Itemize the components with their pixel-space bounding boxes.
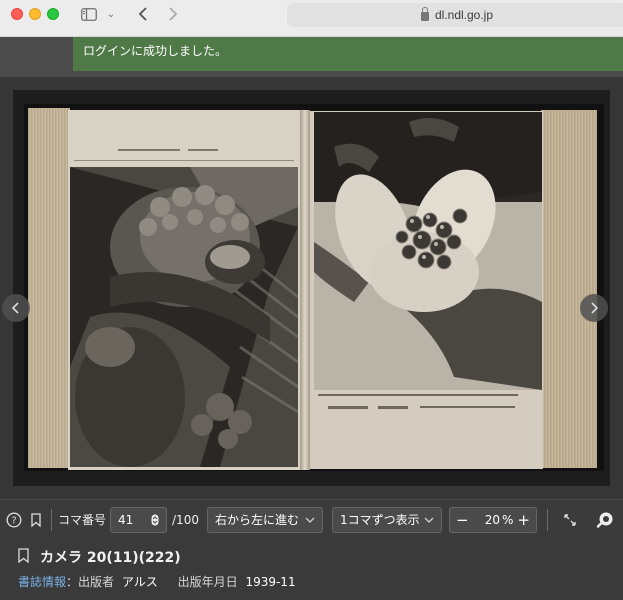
zoom-unit: % bbox=[501, 512, 514, 527]
forward-icon[interactable] bbox=[164, 4, 182, 24]
bibliographic-info-link[interactable]: 書誌情報 bbox=[18, 575, 66, 589]
right-page-caption-3 bbox=[378, 406, 408, 409]
info-separator: ： bbox=[66, 575, 79, 589]
bookmark-icon[interactable] bbox=[18, 548, 29, 563]
right-page-caption-1 bbox=[318, 394, 518, 396]
right-page-caption-2 bbox=[328, 406, 368, 409]
book-title: カメラ 20(11)(222) bbox=[40, 550, 181, 566]
chevron-down-icon bbox=[305, 517, 315, 523]
frame-number-label: コマ番号 bbox=[58, 513, 107, 527]
publisher-value: アルス bbox=[121, 575, 158, 589]
left-page-heading bbox=[118, 149, 180, 151]
close-window-button[interactable] bbox=[11, 8, 23, 20]
lock-icon bbox=[420, 6, 429, 21]
fullscreen-icon[interactable] bbox=[562, 512, 578, 528]
minimize-window-button[interactable] bbox=[29, 8, 41, 20]
photo-lion-statue bbox=[70, 167, 298, 467]
left-page-caption bbox=[74, 160, 294, 161]
display-mode-select[interactable]: 1コマずつ表示 bbox=[331, 506, 442, 533]
display-mode-value: 1コマずつ表示 bbox=[339, 513, 420, 527]
frame-number-input[interactable]: 41 bbox=[110, 506, 168, 533]
zoom-in-button[interactable]: + bbox=[517, 511, 530, 529]
direction-value: 右から左に進む bbox=[214, 513, 299, 527]
browser-chrome: ⌄ dl.ndl.go.jp bbox=[0, 0, 623, 37]
photo-hands-marbles bbox=[314, 112, 542, 390]
book-metadata: カメラ 20(11)(222) 書誌情報：出版者 アルス 出版年月日 1939-… bbox=[0, 539, 623, 600]
zoom-window-button[interactable] bbox=[47, 8, 59, 20]
toolbar-divider bbox=[546, 508, 548, 531]
publish-date-value: 1939-11 bbox=[245, 575, 296, 589]
stepper-icon[interactable] bbox=[151, 514, 159, 526]
zoom-control: − 20 % + bbox=[448, 506, 537, 533]
page-edge-right bbox=[541, 110, 597, 468]
viewer-toolbar: ? コマ番号 41 /100 右から左に進む 1コマずつ表示 − 20 % + bbox=[0, 499, 623, 539]
sidebar-icon[interactable] bbox=[80, 4, 98, 24]
chevron-down-icon[interactable]: ⌄ bbox=[104, 4, 118, 24]
page-edge-left bbox=[28, 108, 70, 468]
frame-total: /100 bbox=[172, 512, 199, 527]
right-page-caption-4 bbox=[420, 406, 515, 408]
book-gutter bbox=[300, 110, 310, 470]
zoom-out-button[interactable]: − bbox=[456, 511, 469, 529]
prev-page-button[interactable] bbox=[2, 294, 30, 322]
publish-date-label: 出版年月日 bbox=[177, 575, 238, 589]
login-success-notice: ログインに成功しました。 bbox=[73, 37, 623, 71]
direction-select[interactable]: 右から左に進む bbox=[206, 506, 323, 533]
url-text: dl.ndl.go.jp bbox=[434, 8, 494, 22]
svg-text:?: ? bbox=[11, 515, 16, 526]
next-page-button[interactable] bbox=[580, 294, 608, 322]
frame-number-value: 41 bbox=[118, 512, 134, 527]
back-icon[interactable] bbox=[134, 4, 152, 24]
publisher-label: 出版者 bbox=[78, 575, 115, 589]
notice-message: ログインに成功しました。 bbox=[83, 44, 228, 58]
address-bar[interactable]: dl.ndl.go.jp bbox=[287, 3, 623, 27]
help-icon[interactable]: ? bbox=[6, 512, 22, 528]
book-info-line: 書誌情報：出版者 アルス 出版年月日 1939-11 bbox=[18, 573, 296, 590]
zoom-value: 20 bbox=[484, 512, 500, 527]
chevron-down-icon bbox=[424, 517, 434, 523]
left-page-heading-2 bbox=[188, 149, 218, 151]
bookmark-icon[interactable] bbox=[28, 512, 44, 528]
search-icon[interactable] bbox=[596, 511, 614, 529]
toolbar-divider bbox=[51, 508, 52, 531]
